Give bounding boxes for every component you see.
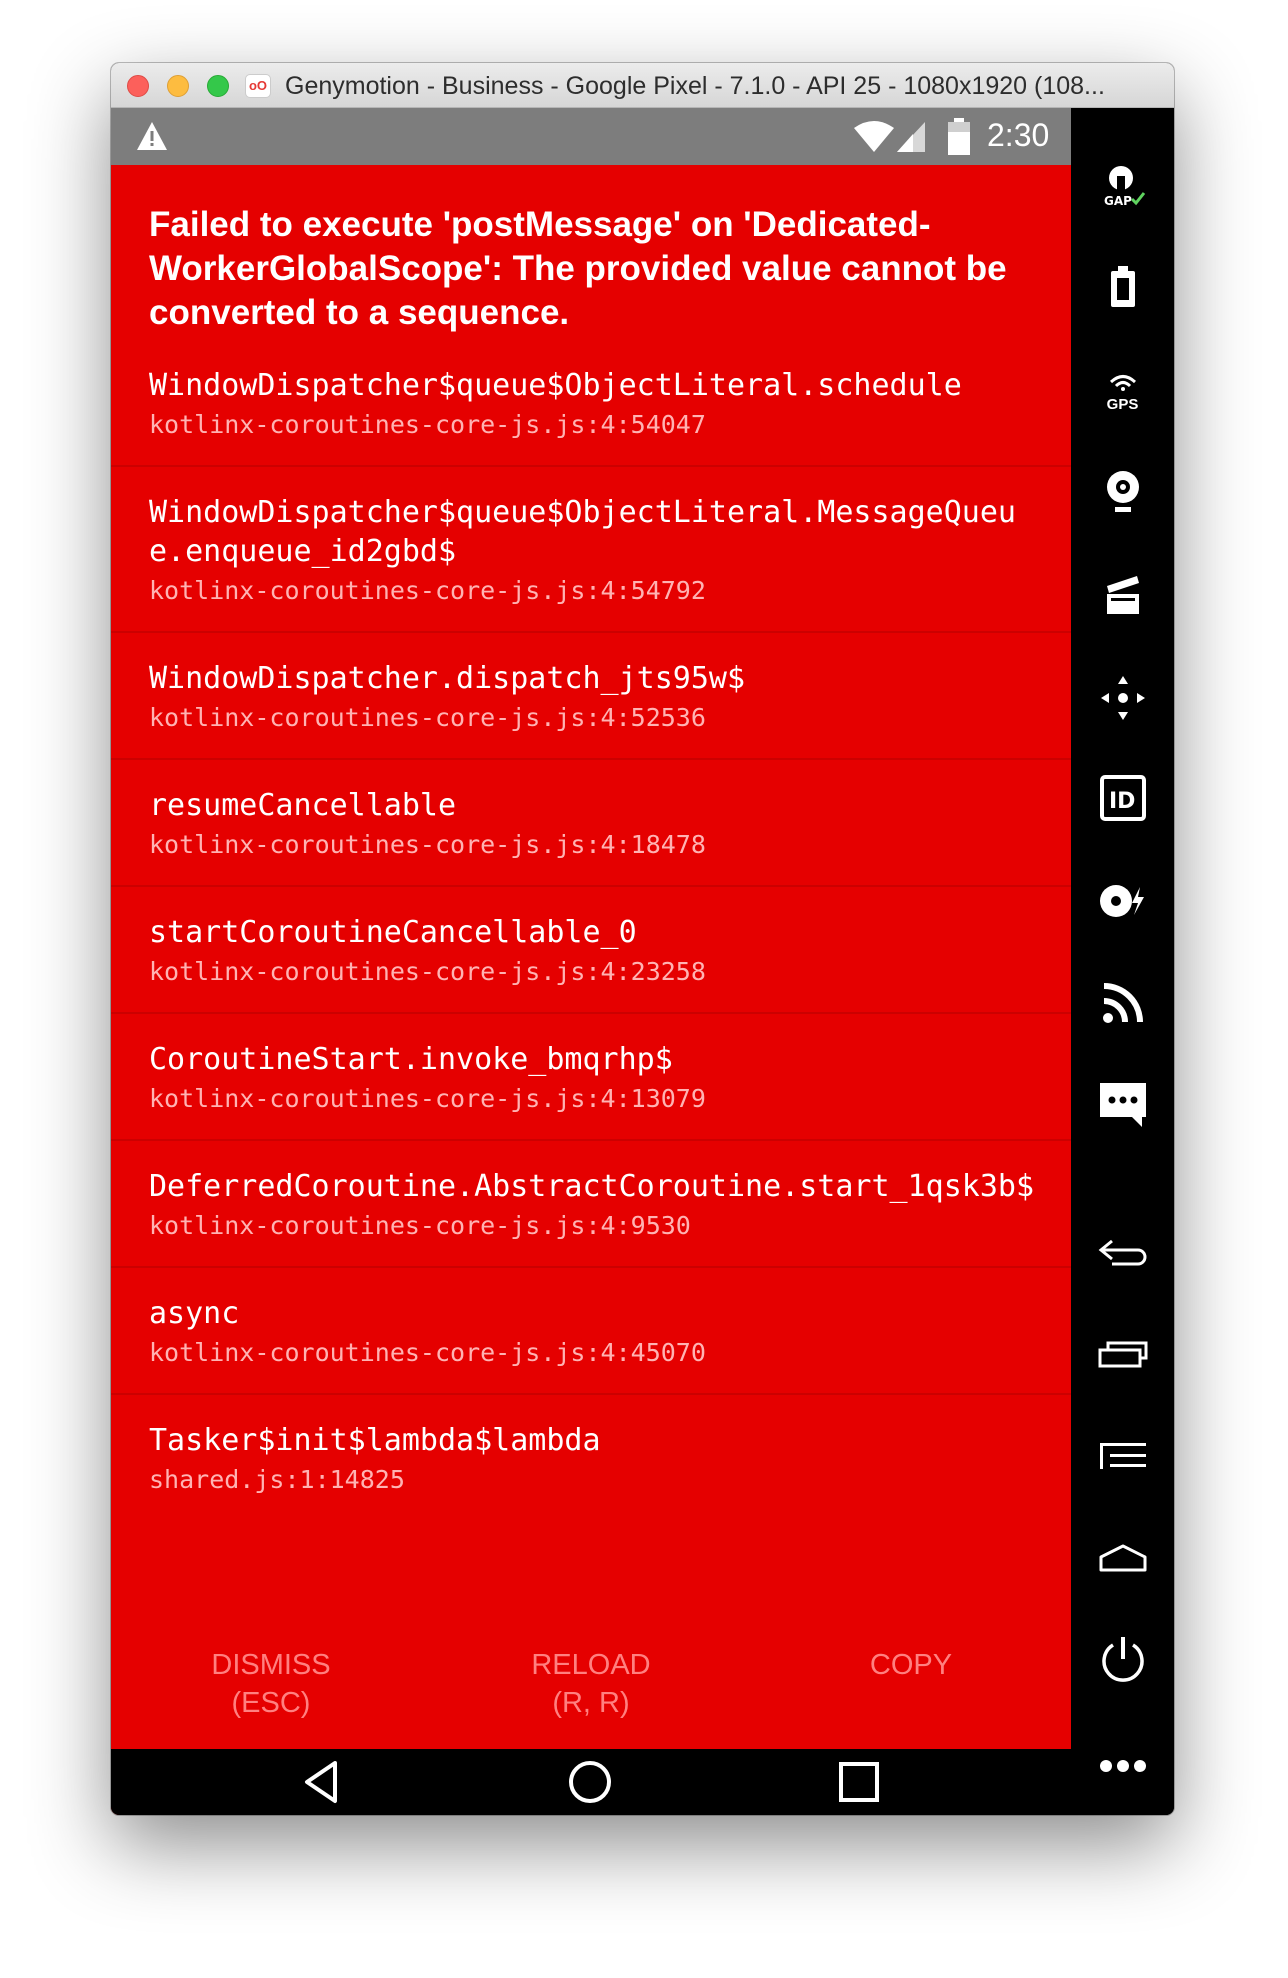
stack-frame-location: kotlinx-coroutines-core-js.js:4:54047 xyxy=(149,410,706,439)
wifi-icon xyxy=(853,120,895,159)
stack-frame-location: kotlinx-coroutines-core-js.js:4:52536 xyxy=(149,703,706,732)
dismiss-button[interactable]: DISMISS (ESC) xyxy=(171,1646,371,1722)
stack-frame-location: kotlinx-coroutines-core-js.js:4:45070 xyxy=(149,1338,706,1367)
stack-frame[interactable]: CoroutineStart.invoke_bmqrhp$ kotlinx-cor… xyxy=(111,1014,1071,1141)
stack-frame-function: WindowDispatcher.dispatch_jts95w$ xyxy=(149,661,746,696)
stack-frame-location: kotlinx-coroutines-core-js.js:4:18478 xyxy=(149,830,706,859)
more-icon[interactable] xyxy=(1071,1731,1174,1801)
stack-frame-location: shared.js:1:14825 xyxy=(149,1465,405,1494)
power-icon[interactable] xyxy=(1071,1625,1174,1695)
stack-frame[interactable]: DeferredCoroutine.AbstractCoroutine.star… xyxy=(111,1141,1071,1268)
stack-frame-function: resumeCancellable xyxy=(149,788,457,823)
window-title: Genymotion - Business - Google Pixel - 7… xyxy=(285,72,1105,100)
stack-frame-function: DeferredCoroutine.AbstractCoroutine.star… xyxy=(149,1169,1035,1204)
stack-frame-location: kotlinx-coroutines-core-js.js:4:9530 xyxy=(149,1211,691,1240)
stack-frame[interactable]: startCoroutineCancellable_0 kotlinx-corou… xyxy=(111,887,1071,1014)
menu-icon[interactable] xyxy=(1071,1421,1174,1491)
stack-frame-function: startCoroutineCancellable_0 xyxy=(149,915,637,950)
stack-frame-function: CoroutineStart.invoke_bmqrhp$ xyxy=(149,1042,673,1077)
gps-label: GPS xyxy=(1106,396,1139,413)
stack-frame-function: WindowDispatcher$queue$ObjectLiteral.sch… xyxy=(149,368,962,403)
stack-frame-function: WindowDispatcher$queue$ObjectLiteral.Mes… xyxy=(149,495,1016,569)
webcam-icon[interactable] xyxy=(1071,458,1174,528)
nav-back-icon[interactable] xyxy=(299,1759,345,1810)
emulator-window: oO Genymotion - Business - Google Pixel … xyxy=(111,63,1174,1815)
battery-icon[interactable] xyxy=(1071,252,1174,322)
stack-frame-location: kotlinx-coroutines-core-js.js:4:23258 xyxy=(149,957,706,986)
close-window-button[interactable] xyxy=(127,75,149,97)
svg-text:GAP: GAP xyxy=(1104,194,1132,208)
stack-frame-function: async xyxy=(149,1296,240,1331)
stack-frame[interactable]: WindowDispatcher$queue$ObjectLiteral.sch… xyxy=(111,340,1071,467)
stack-frame[interactable]: Tasker$init$lambda$lambda shared.js:1:148… xyxy=(111,1395,1071,1520)
battery-icon xyxy=(947,118,971,161)
android-navigation-bar xyxy=(111,1749,1071,1815)
gps-icon[interactable]: GPS xyxy=(1071,358,1174,428)
clock: 2:30 xyxy=(987,117,1050,153)
dismiss-label: DISMISS xyxy=(211,1649,331,1681)
stack-frame[interactable]: WindowDispatcher$queue$ObjectLiteral.Mes… xyxy=(111,467,1071,633)
dismiss-shortcut: (ESC) xyxy=(231,1687,311,1719)
nav-home-icon[interactable] xyxy=(567,1759,613,1810)
dpad-icon[interactable] xyxy=(1071,663,1174,733)
error-actions: DISMISS (ESC) RELOAD (R, R) COPY xyxy=(111,1646,1071,1746)
signal-icon xyxy=(895,120,927,159)
home-icon[interactable] xyxy=(1071,1523,1174,1593)
recent-apps-icon[interactable] xyxy=(1071,1320,1174,1390)
stack-frame-function: Tasker$init$lambda$lambda xyxy=(149,1423,601,1458)
stack-frame[interactable]: resumeCancellable kotlinx-coroutines-core… xyxy=(111,760,1071,887)
id-label: ID xyxy=(1109,789,1135,814)
stack-frame-location: kotlinx-coroutines-core-js.js:4:54792 xyxy=(149,576,706,605)
reload-label: RELOAD xyxy=(531,1649,651,1681)
reload-button[interactable]: RELOAD (R, R) xyxy=(491,1646,691,1722)
sms-icon[interactable] xyxy=(1071,1070,1174,1140)
copy-button[interactable]: COPY xyxy=(811,1646,1011,1684)
minimize-window-button[interactable] xyxy=(167,75,189,97)
screencast-icon[interactable] xyxy=(1071,560,1174,630)
stack-frame[interactable]: WindowDispatcher.dispatch_jts95w$kotlinx… xyxy=(111,633,1071,760)
genymotion-app-icon: oO xyxy=(245,74,271,98)
genymotion-toolbar: GAP GPS ID xyxy=(1071,108,1174,1815)
network-icon[interactable] xyxy=(1071,968,1174,1038)
stack-frame-location: kotlinx-coroutines-core-js.js:4:13079 xyxy=(149,1084,706,1113)
device-id-icon[interactable]: ID xyxy=(1071,763,1174,833)
back-icon[interactable] xyxy=(1071,1218,1174,1288)
title-bar[interactable]: oO Genymotion - Business - Google Pixel … xyxy=(111,63,1174,108)
nav-recents-icon[interactable] xyxy=(838,1761,880,1808)
maximize-window-button[interactable] xyxy=(207,75,229,97)
error-message: Failed to execute 'postMessage' on 'Dedi… xyxy=(149,205,1007,332)
android-status-bar: 2:30 xyxy=(111,108,1071,165)
gapps-icon[interactable]: GAP xyxy=(1071,153,1174,223)
warning-icon xyxy=(135,120,169,157)
copy-label: COPY xyxy=(869,1649,953,1681)
stack-trace[interactable]: WindowDispatcher$queue$ObjectLiteral.sch… xyxy=(111,340,1071,1520)
disk-io-icon[interactable] xyxy=(1071,866,1174,936)
reload-shortcut: (R, R) xyxy=(552,1687,630,1719)
device-screen[interactable]: 2:30 Failed to execute 'postMessage' on … xyxy=(111,108,1071,1815)
stack-frame[interactable]: async kotlinx-coroutines-core-js.js:4:450… xyxy=(111,1268,1071,1395)
